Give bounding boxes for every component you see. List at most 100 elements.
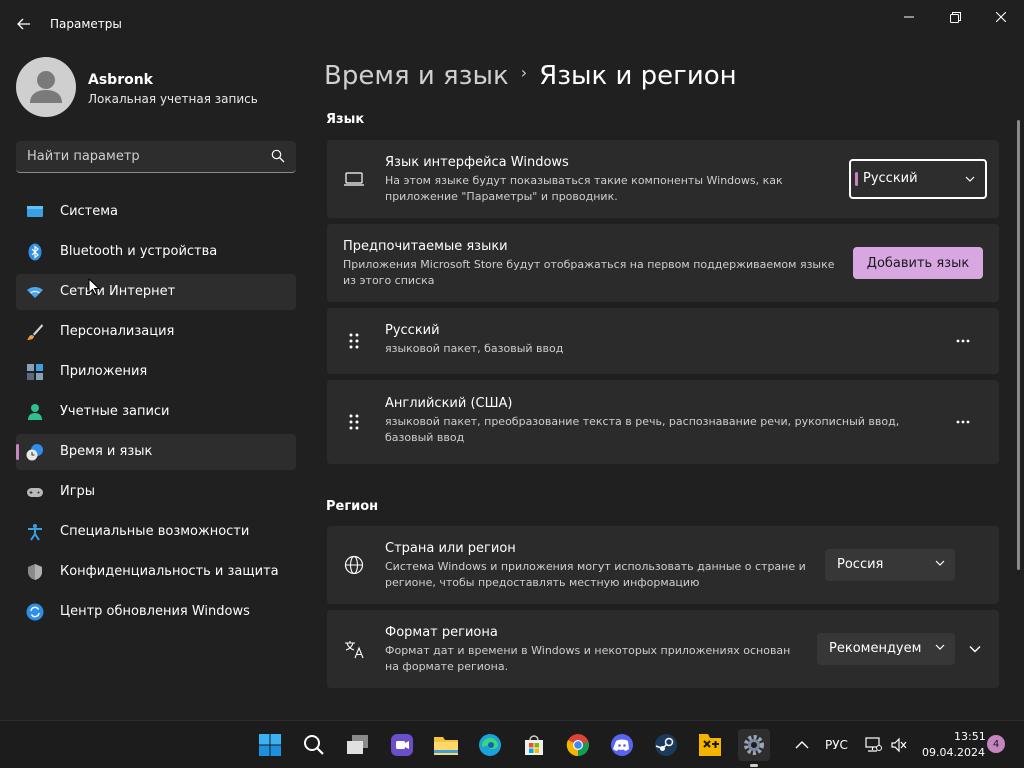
show-hidden-icons-button[interactable] [786,729,818,761]
search-input[interactable]: Найти параметр [16,141,296,173]
discord-button[interactable] [606,729,638,761]
sidebar-item-label: Конфиденциальность и защита [60,564,279,579]
back-button[interactable] [10,10,38,38]
app-button[interactable] [694,729,726,761]
update-icon [26,603,44,621]
language-options-button[interactable] [947,406,979,438]
store-button[interactable] [518,729,550,761]
sidebar-item-apps[interactable]: Приложения [16,354,296,390]
maximize-button[interactable] [932,4,978,30]
minimize-icon [904,16,914,18]
regional-format-value: Рекомендуем [829,641,922,656]
minimize-button[interactable] [886,4,932,30]
edge-button[interactable] [474,729,506,761]
notification-badge[interactable]: 4 [987,735,1005,753]
sidebar-nav: Система Bluetooth и устройства Сеть и Ин… [16,194,296,634]
mouse-cursor-icon [88,278,100,296]
search-icon [304,735,324,755]
close-icon [996,12,1006,22]
laptop-icon [344,172,364,186]
wifi-icon [27,286,43,298]
sidebar-item-gaming[interactable]: Игры [16,474,296,510]
page-title: Язык и регион [539,61,737,91]
clipchamp-button[interactable] [386,729,418,761]
sidebar-item-label: Сеть и Интернет [60,284,176,299]
section-title-language: Язык [326,112,365,127]
settings-button[interactable] [738,729,770,767]
windows-start-icon [259,734,281,756]
sidebar-item-system[interactable]: Система [16,194,296,230]
close-button[interactable] [978,4,1024,30]
sidebar-item-label: Bluetooth и устройства [60,244,218,259]
file-explorer-button[interactable] [430,729,462,761]
main-content: Время и язык › Язык и регион Язык Язык инт… [310,48,1024,720]
drag-handle-icon[interactable] [348,413,360,431]
avatar[interactable] [16,57,76,117]
language-item[interactable]: Английский (США) языковой пакет, преобра… [327,380,999,464]
focus-indicator [855,172,858,186]
regional-format-desc-2: на формате региона. [385,660,509,673]
user-name: Asbronk [88,72,153,88]
gamepad-icon [27,488,43,497]
country-region-desc: Система Windows и приложения могут испол… [385,560,806,573]
country-region-card: Страна или регион Система Windows и прил… [327,526,999,604]
user-avatar-icon [30,71,62,103]
breadcrumb-parent[interactable]: Время и язык [324,61,509,91]
restore-icon [949,11,961,23]
sidebar-item-label: Игры [60,484,96,499]
scrollbar[interactable] [1017,120,1020,570]
sidebar-item-windows-update[interactable]: Центр обновления Windows [16,594,296,630]
sidebar-item-label: Приложения [60,364,148,379]
settings-icon [744,735,764,755]
display-language-dropdown[interactable]: Русский [849,159,987,199]
sidebar-item-privacy[interactable]: Конфиденциальность и защита [16,554,296,590]
regional-format-title: Формат региона [385,625,498,640]
expand-regional-format-button[interactable] [959,633,991,665]
sidebar-item-network[interactable]: Сеть и Интернет [16,274,296,310]
sidebar-item-accounts[interactable]: Учетные записи [16,394,296,430]
volume-tray-button[interactable] [886,729,912,761]
file-explorer-icon [434,737,458,755]
more-icon [956,420,970,424]
language-features: языковой пакет, базовый ввод [385,342,564,355]
person-icon [28,404,42,420]
country-region-dropdown[interactable]: Россия [825,549,955,581]
preferred-languages-desc: Приложения Microsoft Store будут отображ… [343,258,835,271]
steam-icon [655,734,677,756]
store-icon [525,735,543,755]
clock-date[interactable]: 09.04.2024 [922,746,985,759]
search-icon [271,149,285,163]
brush-icon [27,324,43,340]
preferred-languages-card: Предпочитаемые языки Приложения Microsof… [327,224,999,302]
breadcrumb-separator: › [520,63,528,82]
language-name: Английский (США) [385,396,513,411]
task-view-button[interactable] [342,729,374,761]
regional-format-desc: Формат дат и времени в Windows и некотор… [385,644,791,657]
sidebar-item-bluetooth[interactable]: Bluetooth и устройства [16,234,296,270]
drag-handle-icon[interactable] [348,332,360,350]
sidebar-item-personalization[interactable]: Персонализация [16,314,296,350]
preferred-languages-title: Предпочитаемые языки [343,239,508,254]
clock-globe-icon [26,444,43,461]
steam-button[interactable] [650,729,682,761]
chrome-icon [566,734,589,757]
sidebar-item-time-language[interactable]: Время и язык [16,434,296,470]
task-view-icon [347,735,368,754]
network-icon [865,737,882,752]
display-language-title: Язык интерфейса Windows [385,155,569,170]
input-language-indicator[interactable]: РУС [825,738,848,752]
regional-format-dropdown[interactable]: Рекомендуем [817,633,955,665]
regional-format-card: Формат региона Формат дат и времени в Wi… [327,610,999,688]
clock-time[interactable]: 13:51 [954,730,986,743]
sidebar-item-accessibility[interactable]: Специальные возможности [16,514,296,550]
start-button[interactable] [254,729,286,761]
add-language-button[interactable]: Добавить язык [853,247,983,279]
display-language-desc-2: приложение "Параметры" и проводник. [385,190,618,203]
language-item[interactable]: Русский языковой пакет, базовый ввод [327,308,999,374]
chrome-button[interactable] [562,729,594,761]
discord-icon [611,734,633,756]
apps-icon [27,364,43,380]
taskbar-search-button[interactable] [298,729,330,761]
language-options-button[interactable] [947,325,979,357]
network-tray-button[interactable] [860,729,886,761]
